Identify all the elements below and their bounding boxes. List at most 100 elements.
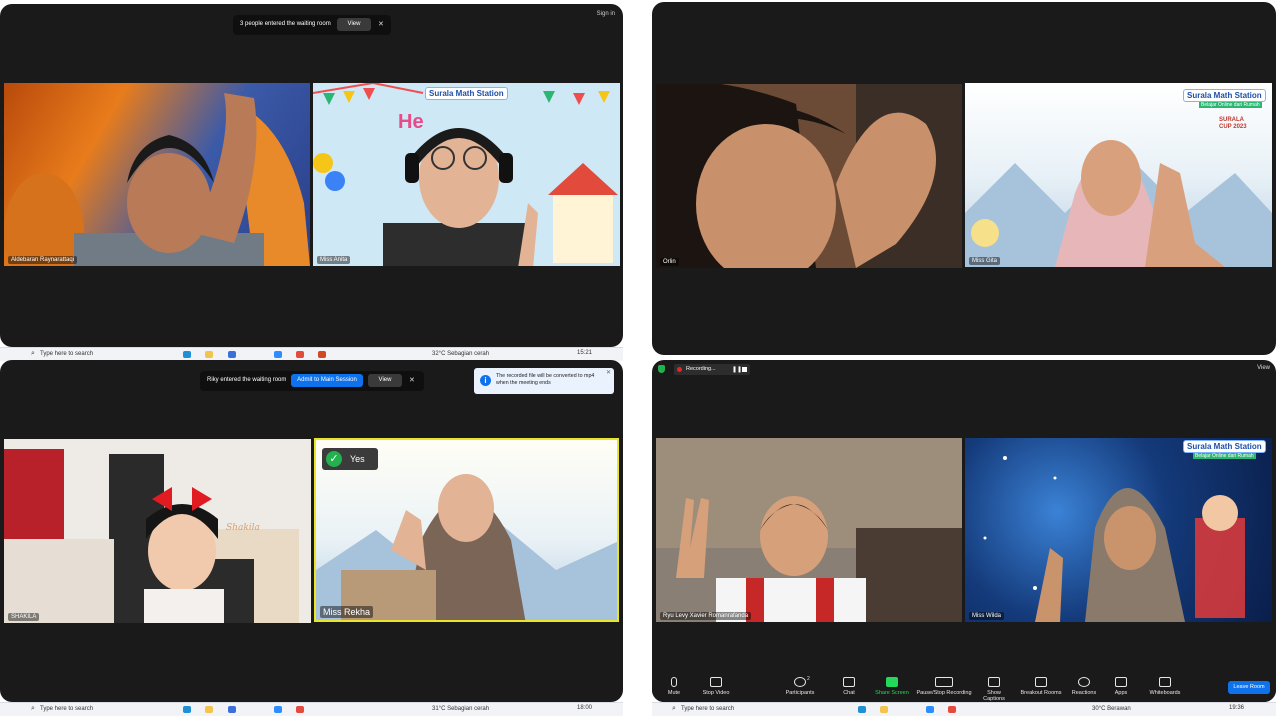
zoom-icon[interactable] bbox=[926, 706, 934, 713]
pause-stop-recording-button[interactable]: Pause/Stop Recording bbox=[914, 677, 974, 696]
microphone-icon bbox=[671, 677, 677, 687]
view-menu[interactable]: View bbox=[1257, 365, 1270, 371]
teacher-video bbox=[313, 83, 618, 266]
recording-text: Recording... bbox=[686, 366, 716, 372]
breakout-icon bbox=[1035, 677, 1047, 687]
chat-button[interactable]: Chat bbox=[831, 677, 867, 696]
screenshot-top-right: Orlin Surala Math Station Belajar Online… bbox=[652, 2, 1276, 355]
answer-text: Yes bbox=[350, 454, 365, 464]
apps-icon bbox=[1115, 677, 1127, 687]
student-video bbox=[4, 93, 310, 266]
waiting-room-notification: 3 people entered the waiting room View ✕ bbox=[233, 15, 391, 35]
notification-text: 3 people entered the waiting room bbox=[240, 21, 331, 27]
folder-icon[interactable] bbox=[880, 706, 888, 713]
recording-indicator: Recording... ❚❚ bbox=[674, 364, 750, 375]
chat-icon bbox=[843, 677, 855, 687]
store-icon[interactable] bbox=[228, 706, 236, 713]
admit-button[interactable]: Admit to Main Session bbox=[291, 374, 363, 387]
video-tile-teacher[interactable]: Surala Math Station He Miss Anita bbox=[313, 83, 620, 266]
screenshot-bottom-right: Recording... ❚❚ View Ryu Levy Xavier Rom… bbox=[652, 360, 1276, 702]
chrome-icon[interactable] bbox=[296, 706, 304, 713]
close-icon[interactable]: ✕ bbox=[606, 369, 611, 376]
sign-in-link[interactable]: Sign in bbox=[597, 11, 615, 17]
captions-icon bbox=[988, 677, 1000, 687]
zoom-icon[interactable] bbox=[274, 351, 282, 358]
pause-icon[interactable]: ❚❚ bbox=[732, 366, 742, 373]
edge-icon[interactable] bbox=[183, 706, 191, 713]
windows-taskbar: ⌕ Type here to search 32°C Sebagian cera… bbox=[0, 347, 623, 361]
video-tile-student[interactable]: Shakila SHAKILA bbox=[4, 439, 311, 623]
store-icon[interactable] bbox=[228, 351, 236, 358]
chrome-icon[interactable] bbox=[948, 706, 956, 713]
participant-name: Miss Wilda bbox=[969, 612, 1005, 620]
search-icon[interactable]: ⌕ bbox=[31, 705, 35, 713]
show-captions-button[interactable]: Show Captions bbox=[976, 677, 1012, 702]
participant-name: Orlin bbox=[660, 258, 679, 266]
close-icon[interactable]: ✕ bbox=[409, 376, 415, 384]
mute-button[interactable]: Mute bbox=[656, 677, 692, 696]
search-icon[interactable]: ⌕ bbox=[672, 705, 676, 713]
video-tile-student[interactable]: Aldebaran Raynarattaqi bbox=[4, 83, 310, 266]
video-tile-student[interactable]: Orlin bbox=[656, 84, 962, 268]
share-screen-button[interactable]: Share Screen bbox=[874, 677, 910, 696]
shield-icon bbox=[658, 365, 665, 373]
banner-text: He bbox=[398, 111, 424, 133]
stop-video-button[interactable]: Stop Video bbox=[698, 677, 734, 696]
chrome-icon[interactable] bbox=[296, 351, 304, 358]
video-tile-student[interactable]: Ryu Levy Xavier Romanrafanda bbox=[656, 438, 962, 622]
weather-text: 31°C Sebagian cerah bbox=[432, 706, 490, 712]
whiteboard-icon bbox=[1159, 677, 1171, 687]
toast-text: The recorded file will be converted to m… bbox=[496, 373, 595, 386]
participant-name: Miss Gita bbox=[969, 257, 1001, 265]
share-icon bbox=[886, 677, 898, 687]
video-tile-teacher[interactable]: Surala Math Station Belajar Online dari … bbox=[965, 438, 1272, 622]
student-video bbox=[656, 438, 962, 622]
zoom-icon[interactable] bbox=[274, 706, 282, 713]
breakout-rooms-button[interactable]: Breakout Rooms bbox=[1018, 677, 1064, 696]
windows-taskbar: ⌕ Type here to search 30°C Berawan 19:36 bbox=[652, 702, 1276, 716]
recording-toast: i The recorded file will be converted to… bbox=[474, 368, 614, 394]
cup-text: SURALA CUP 2023 bbox=[1219, 117, 1247, 130]
taskbar-search[interactable]: Type here to search bbox=[681, 706, 734, 712]
clock: 15:21 bbox=[577, 350, 593, 356]
close-icon[interactable]: ✕ bbox=[378, 20, 384, 28]
answer-badge: ✓ Yes bbox=[322, 448, 378, 470]
participant-name: Ryu Levy Xavier Romanrafanda bbox=[660, 612, 752, 620]
video-tile-teacher[interactable]: Surala Math Station Belajar Online dari … bbox=[965, 83, 1272, 267]
clock: 19:36 bbox=[1229, 705, 1245, 711]
stop-icon[interactable] bbox=[742, 367, 747, 372]
folder-icon[interactable] bbox=[205, 706, 213, 713]
clock: 18:00 bbox=[577, 705, 593, 711]
pause-recording-icon bbox=[935, 677, 953, 687]
edge-icon[interactable] bbox=[858, 706, 866, 713]
apps-button[interactable]: Apps bbox=[1103, 677, 1139, 696]
weather-text: 32°C Sebagian cerah bbox=[432, 351, 490, 357]
notification-text: Riky entered the waiting room bbox=[207, 377, 287, 383]
whiteboards-button[interactable]: Whiteboards bbox=[1144, 677, 1186, 696]
leave-room-button[interactable]: Leave Room bbox=[1228, 681, 1270, 694]
poster-text: Shakila bbox=[226, 523, 260, 533]
waiting-room-notification: Riky entered the waiting room Admit to M… bbox=[200, 371, 424, 391]
reactions-button[interactable]: Reactions bbox=[1066, 677, 1102, 696]
edge-icon[interactable] bbox=[183, 351, 191, 358]
windows-taskbar: ⌕ Type here to search 31°C Sebagian cera… bbox=[0, 702, 623, 716]
folder-icon[interactable] bbox=[205, 351, 213, 358]
participant-count: 2 bbox=[807, 676, 810, 682]
video-tile-teacher[interactable]: ✓ Yes Miss Rekha bbox=[314, 438, 619, 622]
info-icon: i bbox=[480, 375, 491, 386]
view-button[interactable]: View bbox=[368, 374, 402, 387]
screenshot-top-left: Sign in 3 people entered the waiting roo… bbox=[0, 4, 623, 347]
participants-button[interactable]: Participants bbox=[782, 677, 818, 696]
participant-name: Miss Anita bbox=[317, 256, 351, 264]
participant-name: Aldebaran Raynarattaqi bbox=[8, 256, 78, 264]
check-icon: ✓ bbox=[326, 451, 342, 467]
powerpoint-icon[interactable] bbox=[318, 351, 326, 358]
teacher-video bbox=[983, 456, 1245, 622]
taskbar-search[interactable]: Type here to search bbox=[40, 351, 93, 357]
surala-logo: Surala Math Station bbox=[1183, 440, 1266, 453]
record-icon bbox=[677, 367, 682, 372]
search-icon[interactable]: ⌕ bbox=[31, 350, 35, 358]
view-button[interactable]: View bbox=[337, 18, 371, 31]
logo-subtitle: Belajar Online dari Rumah bbox=[1193, 453, 1256, 459]
taskbar-search[interactable]: Type here to search bbox=[40, 706, 93, 712]
